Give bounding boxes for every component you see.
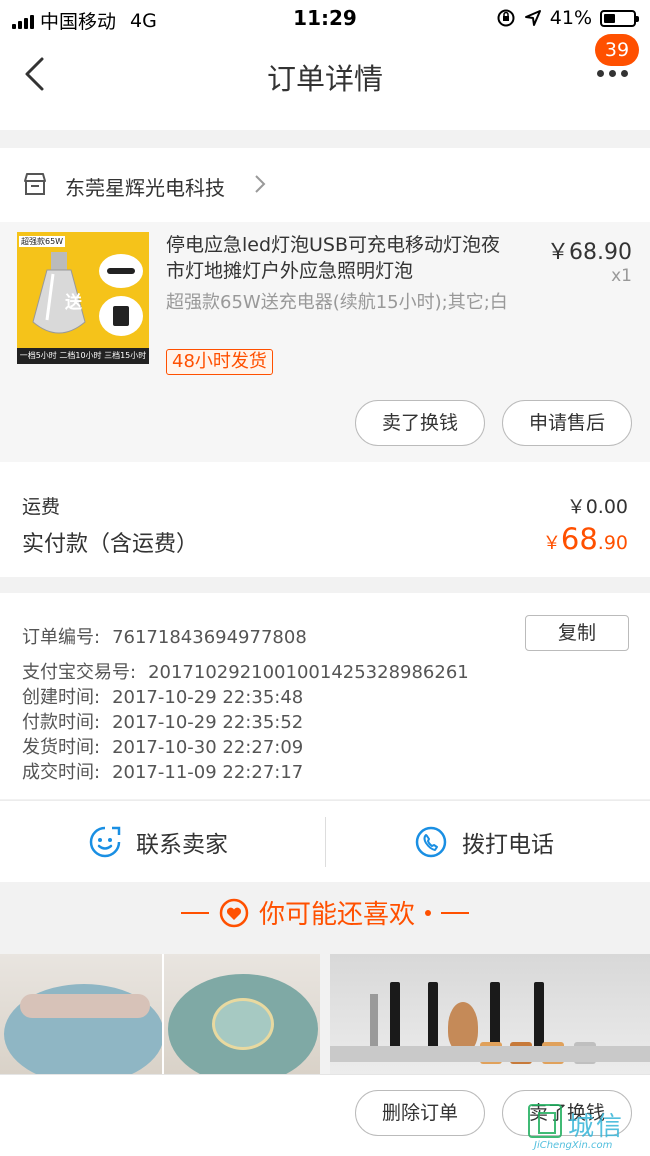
shop-name: 东莞星辉光电科技 xyxy=(65,176,225,200)
location-icon xyxy=(524,10,541,26)
rec-line-left xyxy=(180,911,209,914)
product-sku: 超强款65W送充电器(续航15小时);其它;白 xyxy=(166,292,508,313)
phone-icon xyxy=(415,826,447,858)
closed-time: 2017-11-09 22:27:17 xyxy=(112,762,304,783)
paid-int: 68 xyxy=(560,522,598,556)
paid-time: 2017-10-29 22:35:52 xyxy=(112,712,304,733)
contact-bar: 联系卖家 拨打电话 xyxy=(0,800,650,882)
alipay-row: 支付宝交易号: 2017102921001001425328986261 xyxy=(22,658,469,684)
recommend-product-cushion[interactable] xyxy=(0,954,320,1074)
sell-button[interactable]: 卖了换钱 xyxy=(355,400,485,446)
divider xyxy=(325,817,326,867)
copy-button[interactable]: 复制 xyxy=(525,615,629,651)
contact-seller-label: 联系卖家 xyxy=(136,832,228,858)
nav-bar: 订单详情 39 xyxy=(0,34,650,112)
shop-icon xyxy=(24,173,46,195)
shipping-fee-value: ￥0.00 xyxy=(566,496,628,518)
shipping-tag: 48小时发货 xyxy=(166,349,273,375)
paid-label: 付款时间: xyxy=(22,712,101,733)
created-row: 创建时间: 2017-10-29 22:35:48 xyxy=(22,683,303,709)
thumb-gift: 送 xyxy=(65,293,82,313)
order-item[interactable]: 超强款65W 送 一档5小时 二档10小时 三档15小时 停电应急led灯泡US… xyxy=(0,222,650,462)
product-price: ￥68.90 xyxy=(547,240,632,265)
fee-summary: 运费 ￥0.00 实付款（含运费） ￥68.90 xyxy=(0,462,650,577)
product-thumbnail[interactable]: 超强款65W 送 一档5小时 二档10小时 三档15小时 xyxy=(17,232,149,364)
thumb-tag: 超强款65W xyxy=(19,236,66,247)
product-title[interactable]: 停电应急led灯泡USB可充电移动灯泡夜市灯地摊灯户外应急照明灯泡 xyxy=(166,232,518,284)
created-time: 2017-10-29 22:35:48 xyxy=(112,687,304,708)
call-label: 拨打电话 xyxy=(462,832,554,858)
rec-dot-right xyxy=(425,909,431,916)
aftersale-button[interactable]: 申请售后 xyxy=(502,400,632,446)
call-button[interactable]: 拨打电话 xyxy=(414,801,554,883)
more-icon[interactable] xyxy=(597,70,628,77)
paid-dec: .90 xyxy=(597,532,628,554)
recommend-product-knife-rack[interactable] xyxy=(330,954,650,1074)
recommend-title: 你可能还喜欢 xyxy=(258,900,415,930)
shipped-label: 发货时间: xyxy=(22,737,101,758)
watermark-cn: 城信 xyxy=(568,1112,625,1142)
order-number-label: 订单编号: xyxy=(22,627,101,648)
watermark: 城信 JiChengXin.com xyxy=(528,1104,648,1154)
paid-currency: ￥ xyxy=(542,533,561,554)
chat-face-icon xyxy=(89,826,121,858)
closed-row: 成交时间: 2017-11-09 22:27:17 xyxy=(22,758,303,784)
page-title: 订单详情 xyxy=(266,62,383,96)
created-label: 创建时间: xyxy=(22,687,101,708)
paid-amount-value: ￥68.90 xyxy=(543,522,628,556)
chevron-right-icon xyxy=(255,175,266,193)
paid-amount-label: 实付款（含运费） xyxy=(22,532,199,557)
battery-percent: 41% xyxy=(549,7,592,29)
battery-icon xyxy=(600,9,639,27)
closed-label: 成交时间: xyxy=(22,762,101,783)
recommend-gallery xyxy=(0,954,650,1074)
recommend-header: 你可能还喜欢 xyxy=(0,882,650,954)
paid-row: 付款时间: 2017-10-29 22:35:52 xyxy=(22,708,303,734)
shipped-time: 2017-10-30 22:27:09 xyxy=(112,737,304,758)
spacer xyxy=(0,112,650,130)
rec-line-right xyxy=(441,911,469,914)
thumb-strip: 一档5小时 二档10小时 三档15小时 xyxy=(17,348,149,364)
cable-image xyxy=(99,254,143,288)
watermark-en: JiChengXin.com xyxy=(534,1140,613,1151)
product-quantity: x1 xyxy=(611,266,632,286)
orientation-lock-icon xyxy=(497,9,515,27)
shop-row[interactable]: 东莞星辉光电科技 xyxy=(0,148,650,222)
order-number: 76171843694977808 xyxy=(112,627,307,648)
contact-seller-button[interactable]: 联系卖家 xyxy=(88,801,228,883)
order-number-row: 订单编号: 76171843694977808 xyxy=(22,623,307,649)
message-badge: 39 xyxy=(595,34,639,66)
shipped-row: 发货时间: 2017-10-30 22:27:09 xyxy=(22,733,303,759)
order-info: 订单编号: 76171843694977808 复制 支付宝交易号: 2017102… xyxy=(0,593,650,799)
watermark-logo-icon xyxy=(528,1104,562,1138)
shipping-fee-label: 运费 xyxy=(22,496,61,518)
delete-order-button[interactable]: 删除订单 xyxy=(355,1090,485,1136)
status-bar: 中国移动 4G 11:29 41% xyxy=(0,0,650,38)
alipay-label: 支付宝交易号: xyxy=(22,662,137,683)
charger-image xyxy=(99,296,143,336)
alipay-number: 2017102921001001425328986261 xyxy=(148,662,469,683)
heart-icon xyxy=(219,898,249,927)
